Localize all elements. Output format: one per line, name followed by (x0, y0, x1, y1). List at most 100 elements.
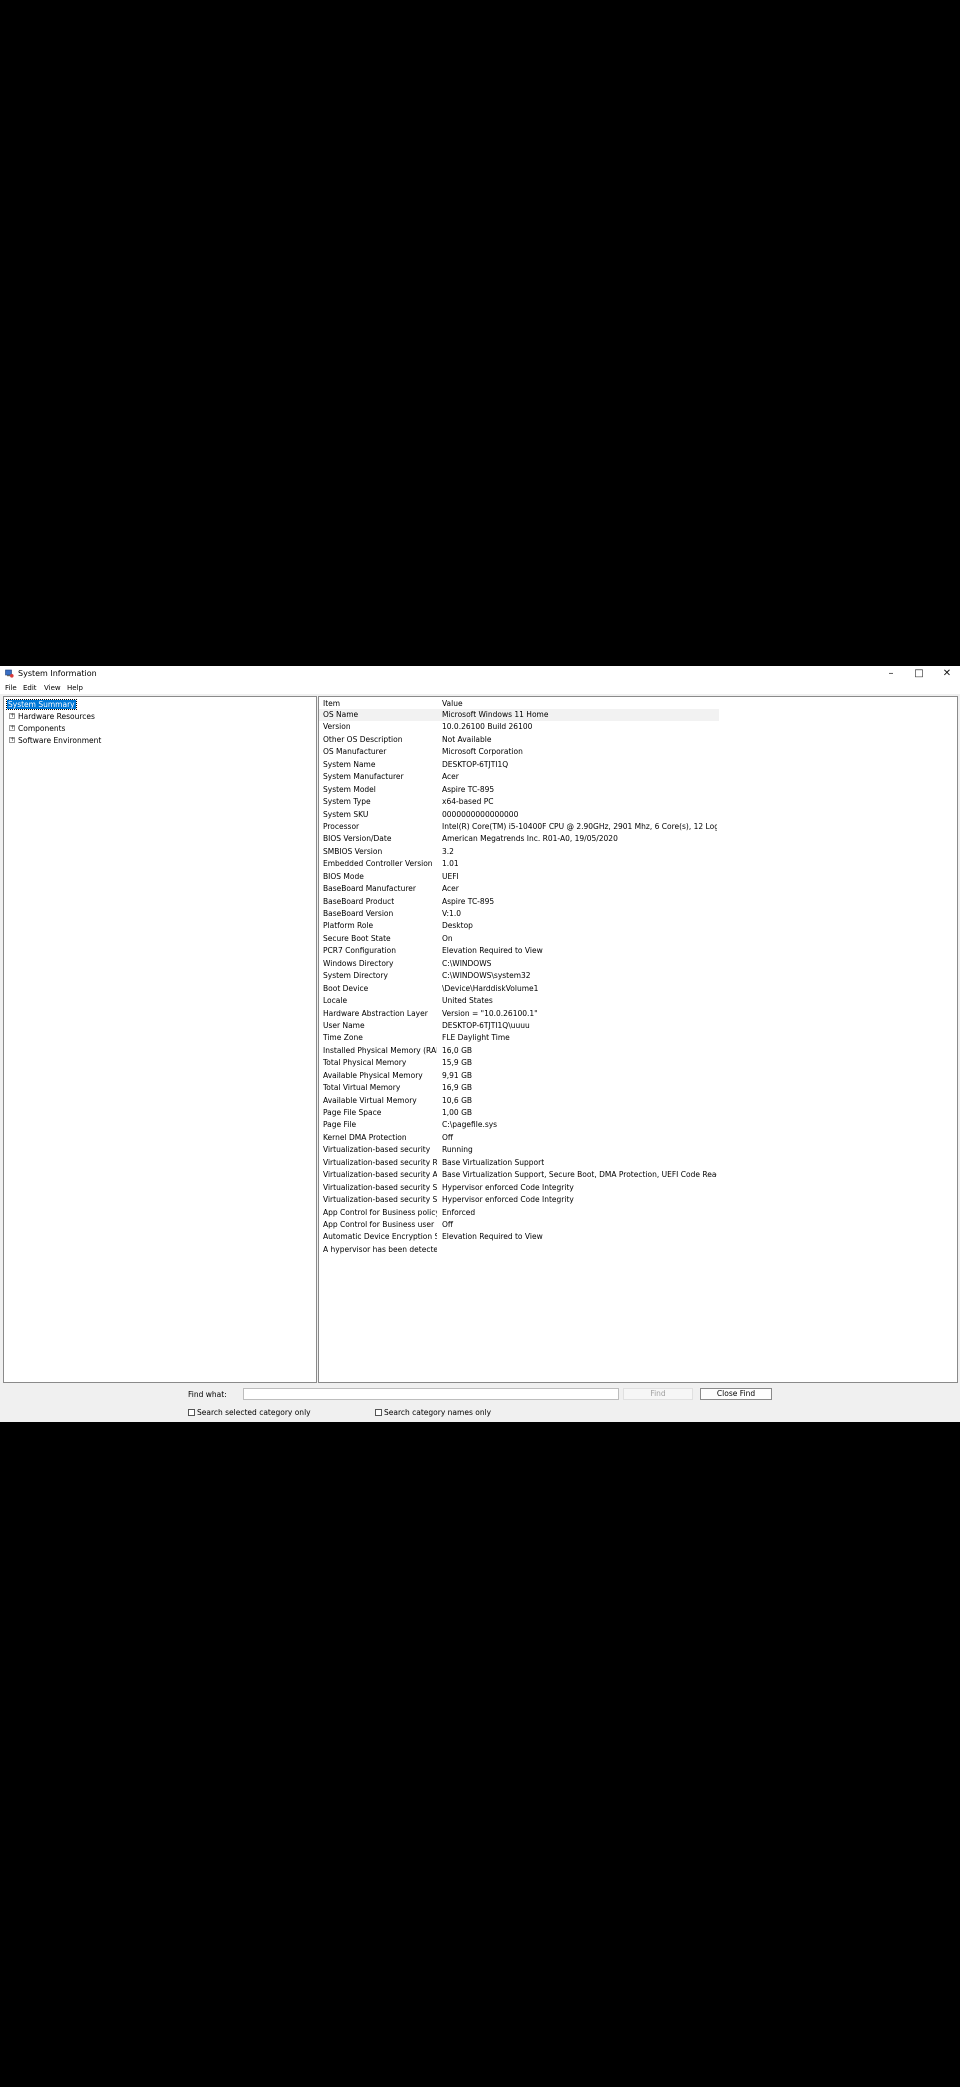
find-button[interactable]: Find (623, 1388, 693, 1400)
tree-item-components[interactable]: + Components (9, 724, 65, 733)
table-row[interactable]: System SKU 0000000000000000 (319, 809, 719, 821)
table-row[interactable]: Available Physical Memory 9,91 GB (319, 1070, 719, 1082)
table-row[interactable]: System Name DESKTOP-6TJTI1Q (319, 759, 719, 771)
title-bar: System Information – □ ✕ (0, 666, 960, 681)
menu-view[interactable]: View (44, 684, 61, 692)
table-row[interactable]: Boot Device \Device\HarddiskVolume1 (319, 983, 719, 995)
search-selected-category-checkbox[interactable] (188, 1409, 195, 1416)
table-row[interactable]: Available Virtual Memory 10,6 GB (319, 1095, 719, 1107)
table-row[interactable]: System Directory C:\WINDOWS\system32 (319, 970, 719, 982)
menu-bar: File Edit View Help (0, 681, 960, 694)
table-row[interactable]: OS Manufacturer Microsoft Corporation (319, 746, 719, 758)
row-value-cell: \Device\HarddiskVolume1 (442, 983, 539, 993)
row-item-cell: System Model (323, 784, 376, 794)
table-row[interactable]: BaseBoard Version V:1.0 (319, 908, 719, 920)
table-row[interactable]: BIOS Mode UEFI (319, 871, 719, 883)
row-value-cell: FLE Daylight Time (442, 1033, 510, 1043)
menu-help[interactable]: Help (67, 684, 83, 692)
expand-plus-icon[interactable]: + (9, 725, 15, 731)
table-row[interactable]: Platform Role Desktop (319, 920, 719, 932)
row-item-cell: Automatic Device Encryption Su... (323, 1232, 437, 1242)
expand-plus-icon[interactable]: + (9, 737, 15, 743)
row-item-cell: System Manufacturer (323, 772, 404, 782)
table-row[interactable]: Locale United States (319, 995, 719, 1007)
row-item-cell: SMBIOS Version (323, 846, 383, 856)
minimize-button[interactable]: – (878, 666, 904, 681)
table-row[interactable]: Virtualization-based security Se... Hyper… (319, 1194, 719, 1206)
table-row[interactable]: User Name DESKTOP-6TJTI1Q\uuuu (319, 1020, 719, 1032)
table-row[interactable]: Time Zone FLE Daylight Time (319, 1032, 719, 1044)
table-row[interactable]: Virtualization-based security Running (319, 1144, 719, 1156)
row-value-cell: On (442, 933, 453, 943)
row-value-cell: DESKTOP-6TJTI1Q (442, 759, 509, 769)
table-row[interactable]: BaseBoard Product Aspire TC-895 (319, 896, 719, 908)
find-what-input[interactable] (243, 1388, 619, 1400)
row-item-cell: Virtualization-based security (323, 1145, 431, 1155)
search-category-names-option[interactable]: Search category names only (375, 1408, 491, 1417)
close-button[interactable]: ✕ (934, 666, 960, 681)
row-item-cell: System SKU (323, 809, 369, 819)
table-row[interactable]: Kernel DMA Protection Off (319, 1132, 719, 1144)
table-row[interactable]: App Control for Business user ... Off (319, 1219, 719, 1231)
row-value-cell: 15,9 GB (442, 1058, 473, 1068)
table-row[interactable]: System Type x64-based PC (319, 796, 719, 808)
row-item-cell: Windows Directory (323, 958, 394, 968)
row-value-cell: Desktop (442, 921, 473, 931)
table-row[interactable]: Virtualization-based security Av... Base … (319, 1169, 719, 1181)
table-row[interactable]: Installed Physical Memory (RAM) 16,0 GB (319, 1045, 719, 1057)
tree-item-hardware-resources[interactable]: + Hardware Resources (9, 712, 95, 721)
row-item-cell: Processor (323, 821, 360, 831)
details-list[interactable]: Item Value OS Name Microsoft Windows 11 H… (318, 696, 958, 1383)
row-item-cell: Available Physical Memory (323, 1070, 423, 1080)
row-value-cell: UEFI (442, 871, 459, 881)
table-row[interactable]: Windows Directory C:\WINDOWS (319, 958, 719, 970)
table-row[interactable]: Automatic Device Encryption Su... Elevati… (319, 1231, 719, 1243)
table-row[interactable]: Virtualization-based security Se... Hyper… (319, 1182, 719, 1194)
row-item-cell: Time Zone (323, 1033, 363, 1043)
row-item-cell: User Name (323, 1020, 365, 1030)
row-item-cell: A hypervisor has been detecte... (323, 1244, 437, 1254)
find-bar: Find what: Find Close Find Search select… (0, 1385, 960, 1422)
category-tree[interactable]: System Summary + Hardware Resources + Co… (3, 696, 317, 1383)
row-value-cell: 1.01 (442, 859, 459, 869)
tree-item-software-environment[interactable]: + Software Environment (9, 736, 101, 745)
table-row[interactable]: Processor Intel(R) Core(TM) i5-10400F CPU… (319, 821, 719, 833)
table-row[interactable]: Virtualization-based security Re... Base … (319, 1157, 719, 1169)
table-row[interactable]: App Control for Business policy Enforced (319, 1207, 719, 1219)
row-value-cell: Acer (442, 884, 459, 894)
maximize-button[interactable]: □ (906, 666, 932, 681)
table-row[interactable]: Other OS Description Not Available (319, 734, 719, 746)
table-row[interactable]: PCR7 Configuration Elevation Required to … (319, 945, 719, 957)
menu-edit[interactable]: Edit (23, 684, 37, 692)
search-selected-category-option[interactable]: Search selected category only (188, 1408, 311, 1417)
table-row[interactable]: Secure Boot State On (319, 933, 719, 945)
table-row[interactable]: BIOS Version/Date American Megatrends Inc… (319, 833, 719, 845)
table-row[interactable]: Hardware Abstraction Layer Version = "10.… (319, 1008, 719, 1020)
table-row[interactable]: Version 10.0.26100 Build 26100 (319, 721, 719, 733)
row-value-cell: DESKTOP-6TJTI1Q\uuuu (442, 1020, 530, 1030)
table-row[interactable]: BaseBoard Manufacturer Acer (319, 883, 719, 895)
menu-file[interactable]: File (5, 684, 17, 692)
table-row[interactable]: A hypervisor has been detecte... (319, 1244, 719, 1256)
table-row[interactable]: SMBIOS Version 3.2 (319, 846, 719, 858)
column-header-item[interactable]: Item (323, 699, 340, 708)
table-row[interactable]: OS Name Microsoft Windows 11 Home (319, 709, 719, 722)
search-category-names-checkbox[interactable] (375, 1409, 382, 1416)
row-item-cell: Hardware Abstraction Layer (323, 1008, 428, 1018)
table-row[interactable]: Total Virtual Memory 16,9 GB (319, 1082, 719, 1094)
row-value-cell: American Megatrends Inc. R01-A0, 19/05/2… (442, 834, 618, 844)
row-item-cell: Page File (323, 1120, 357, 1130)
row-item-cell: Secure Boot State (323, 933, 391, 943)
close-find-button[interactable]: Close Find (700, 1388, 772, 1400)
table-row[interactable]: System Manufacturer Acer (319, 771, 719, 783)
tree-item-system-summary[interactable]: System Summary (6, 699, 77, 710)
row-item-cell: Virtualization-based security Av... (323, 1170, 437, 1180)
table-row[interactable]: Embedded Controller Version 1.01 (319, 858, 719, 870)
table-row[interactable]: Page File Space 1,00 GB (319, 1107, 719, 1119)
row-item-cell: BaseBoard Version (323, 909, 394, 918)
column-header-value[interactable]: Value (442, 699, 463, 708)
table-row[interactable]: Page File C:\pagefile.sys (319, 1119, 719, 1131)
expand-plus-icon[interactable]: + (9, 713, 15, 719)
table-row[interactable]: Total Physical Memory 15,9 GB (319, 1057, 719, 1069)
table-row[interactable]: System Model Aspire TC-895 (319, 784, 719, 796)
